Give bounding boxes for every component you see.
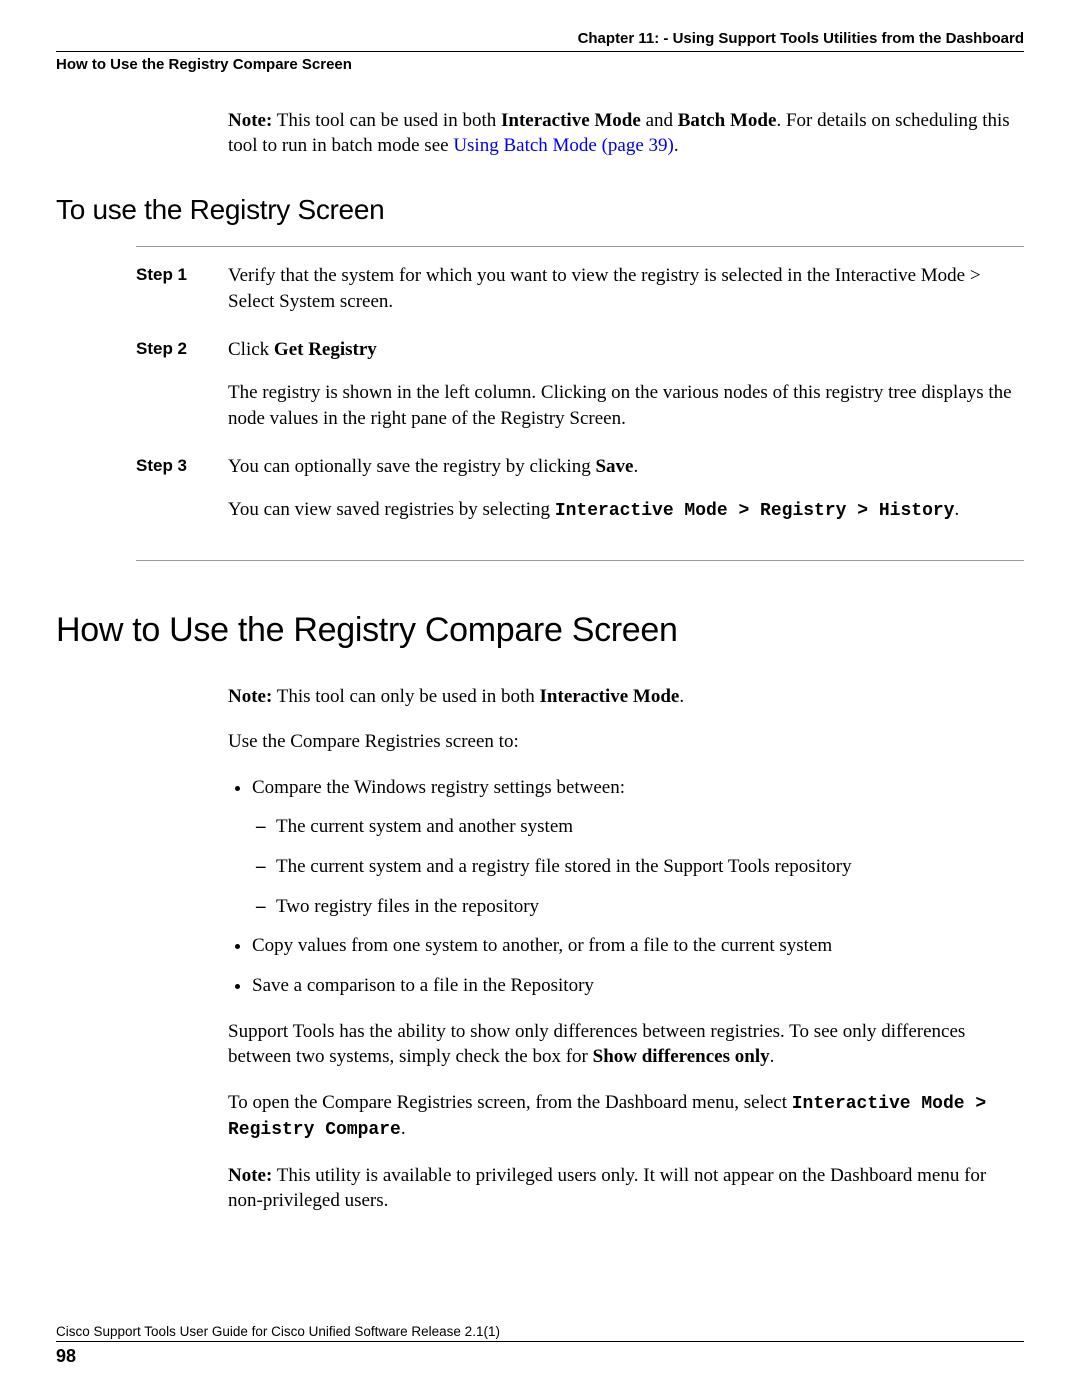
step-row-3: Step 3 You can optionally save the regis… bbox=[136, 454, 1024, 542]
step-2-bold: Get Registry bbox=[274, 339, 377, 360]
step-2-label: Step 2 bbox=[136, 337, 228, 359]
page-container: Chapter 11: - Using Support Tools Utilit… bbox=[0, 0, 1080, 1397]
heading-to-use-registry-screen: To use the Registry Screen bbox=[56, 194, 1024, 226]
note1-mid: and bbox=[641, 110, 678, 131]
compare-bullets: Compare the Windows registry settings be… bbox=[228, 775, 1024, 999]
h1-text: How to Use the Registry Compare Screen bbox=[56, 611, 678, 649]
steps-bottom-rule bbox=[136, 546, 1024, 561]
note-block-3: Note: This utility is available to privi… bbox=[228, 1163, 1024, 1214]
chapter-title-text: Chapter 11: - Using Support Tools Utilit… bbox=[578, 30, 1024, 47]
batch-mode-link[interactable]: Using Batch Mode (page 39) bbox=[453, 135, 674, 156]
note-block-1: Note: This tool can be used in both Inte… bbox=[228, 109, 1024, 158]
note1-prefix: This tool can be used in both bbox=[272, 110, 501, 131]
compare-intro: Use the Compare Registries screen to: bbox=[228, 729, 1024, 755]
bullet-1-text: Compare the Windows registry settings be… bbox=[252, 777, 625, 798]
step-row-2: Step 2 Click Get Registry The registry i… bbox=[136, 337, 1024, 450]
step-2-para: The registry is shown in the left column… bbox=[228, 380, 1024, 431]
step-row-1: Step 1 Verify that the system for which … bbox=[136, 263, 1024, 332]
step-2-body: Click Get Registry The registry is shown… bbox=[228, 337, 1024, 450]
note2-label: Note: bbox=[228, 686, 272, 707]
dash-2: The current system and a registry file s… bbox=[276, 854, 1024, 880]
note3-text: This utility is available to privileged … bbox=[228, 1165, 986, 1212]
dash-1: The current system and another system bbox=[276, 814, 1024, 840]
note-block-2: Note: This tool can only be used in both… bbox=[228, 684, 1024, 710]
footer-page-number: 98 bbox=[56, 1341, 1024, 1367]
note1-suffix: . bbox=[674, 135, 679, 156]
step-2-pre: Click bbox=[228, 339, 274, 360]
open-suf: . bbox=[401, 1118, 406, 1139]
heading-how-to-use-registry-compare: How to Use the Registry Compare Screen bbox=[56, 611, 1024, 650]
diff-paragraph: Support Tools has the ability to show on… bbox=[228, 1019, 1024, 1070]
section-header: How to Use the Registry Compare Screen bbox=[56, 51, 1024, 73]
bullet-2: Copy values from one system to another, … bbox=[252, 933, 1024, 959]
section-title-text: How to Use the Registry Compare Screen bbox=[56, 56, 352, 73]
diff-bold: Show differences only bbox=[593, 1046, 770, 1067]
step-3-mono: Interactive Mode > Registry > History bbox=[555, 501, 955, 521]
step-1-body: Verify that the system for which you wan… bbox=[228, 263, 1024, 332]
footer-title: Cisco Support Tools User Guide for Cisco… bbox=[56, 1324, 1024, 1341]
chapter-header: Chapter 11: - Using Support Tools Utilit… bbox=[56, 30, 1024, 47]
step-3-suf: . bbox=[633, 456, 638, 477]
step-3-para-pre: You can view saved registries by selecti… bbox=[228, 499, 555, 520]
step-1-label: Step 1 bbox=[136, 263, 228, 285]
step-3-para-suf: . bbox=[954, 499, 959, 520]
dashes-list: The current system and another system Th… bbox=[252, 814, 1024, 919]
open-paragraph: To open the Compare Registries screen, f… bbox=[228, 1090, 1024, 1143]
note1-bold1: Interactive Mode bbox=[501, 110, 641, 131]
compare-section-body: Note: This tool can only be used in both… bbox=[228, 684, 1024, 1214]
step-1-text: Verify that the system for which you wan… bbox=[228, 263, 1024, 314]
step-3-body: You can optionally save the registry by … bbox=[228, 454, 1024, 542]
steps-container: Step 1 Verify that the system for which … bbox=[136, 246, 1024, 541]
note2-bold: Interactive Mode bbox=[540, 686, 680, 707]
note3-label: Note: bbox=[228, 1165, 272, 1186]
note1-bold2: Batch Mode bbox=[678, 110, 777, 131]
note2-pre: This tool can only be used in both bbox=[272, 686, 539, 707]
note2-suf: . bbox=[679, 686, 684, 707]
bullet-1: Compare the Windows registry settings be… bbox=[252, 775, 1024, 920]
dash-3: Two registry files in the repository bbox=[276, 894, 1024, 920]
page-footer: Cisco Support Tools User Guide for Cisco… bbox=[56, 1324, 1024, 1367]
h2-text: To use the Registry Screen bbox=[56, 194, 384, 225]
note-label: Note: bbox=[228, 110, 272, 131]
diff-suf: . bbox=[770, 1046, 775, 1067]
step-3-pre: You can optionally save the registry by … bbox=[228, 456, 595, 477]
open-pre: To open the Compare Registries screen, f… bbox=[228, 1092, 792, 1113]
bullet-3: Save a comparison to a file in the Repos… bbox=[252, 973, 1024, 999]
step-3-label: Step 3 bbox=[136, 454, 228, 476]
step-3-bold: Save bbox=[595, 456, 633, 477]
